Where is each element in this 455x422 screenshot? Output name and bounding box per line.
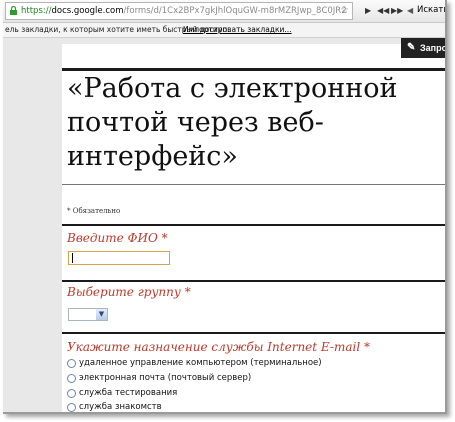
option-label: электронная почта (почтовый сервер)	[79, 373, 252, 383]
radio-button[interactable]	[67, 359, 76, 368]
q1-label: Введите ФИО *	[67, 231, 168, 245]
required-note: * Обязательно	[67, 207, 121, 215]
option-label: служба знакомств	[79, 402, 162, 412]
speaker-icon: ◀	[407, 6, 414, 15]
url-path: /forms/d/1Cx2BPx7gkJhlOquGW-m8rMZRJwp_8C…	[123, 6, 347, 16]
title-top-rule	[62, 68, 445, 71]
q3-required-star: *	[363, 340, 370, 354]
url-scheme: https://	[21, 6, 52, 16]
chevron-down-icon[interactable]: ▼	[96, 309, 107, 320]
edit-form-button[interactable]: ✎ Запро	[401, 38, 447, 58]
bookmark-star-icon[interactable]: ☆	[340, 4, 349, 18]
lock-icon	[10, 6, 17, 15]
name-input[interactable]	[68, 251, 170, 265]
q2-required-star: *	[184, 285, 191, 299]
search-label: Искать	[417, 5, 447, 15]
pencil-icon: ✎	[407, 42, 416, 53]
q3-rule	[62, 332, 445, 334]
import-bookmarks-link[interactable]: Импортировать закладки...	[183, 23, 292, 37]
search-box[interactable]: ◀ Искать	[407, 3, 447, 18]
group-select[interactable]: ▼	[68, 308, 108, 321]
title-underline	[62, 184, 445, 185]
radio-button[interactable]	[67, 389, 76, 398]
text-caret	[72, 253, 73, 263]
url-host: docs.google.com	[51, 6, 124, 16]
q2-label-text: Выберите группу	[67, 285, 181, 299]
q1-rule	[62, 224, 445, 226]
q2-rule	[62, 280, 445, 282]
forward-icon[interactable]: ▶▶	[391, 5, 403, 16]
address-bar: https://docs.google.com/forms/d/1Cx2BPx7…	[3, 0, 445, 23]
q1-label-text: Введите ФИО	[67, 231, 158, 245]
rewind-icon[interactable]: ◀◀	[377, 5, 389, 16]
form-card: «Работа с электронной почтой через веб-и…	[62, 44, 445, 412]
q2-label: Выберите группу *	[67, 285, 191, 299]
url-field[interactable]: https://docs.google.com/forms/d/1Cx2BPx7…	[5, 2, 353, 20]
q1-required-star: *	[161, 231, 168, 245]
radio-button[interactable]	[67, 403, 76, 412]
radio-button[interactable]	[67, 374, 76, 383]
bookmarks-bar: ель закладки, к которым хотите иметь быс…	[3, 23, 445, 38]
q3-label: Укажите назначение службы Internet E-mai…	[67, 340, 370, 354]
edit-form-label: Запро	[420, 43, 447, 53]
browser-window: https://docs.google.com/forms/d/1Cx2BPx7…	[3, 0, 447, 414]
play-icon[interactable]: ▶	[365, 5, 371, 16]
form-title: «Работа с электронной почтой через веб-и…	[67, 73, 398, 172]
option-label: удаленное управление компьютером (термин…	[79, 358, 322, 368]
option-label: служба тестирования	[79, 388, 178, 398]
q3-label-text: Укажите назначение службы Internet E-mai…	[67, 340, 361, 354]
